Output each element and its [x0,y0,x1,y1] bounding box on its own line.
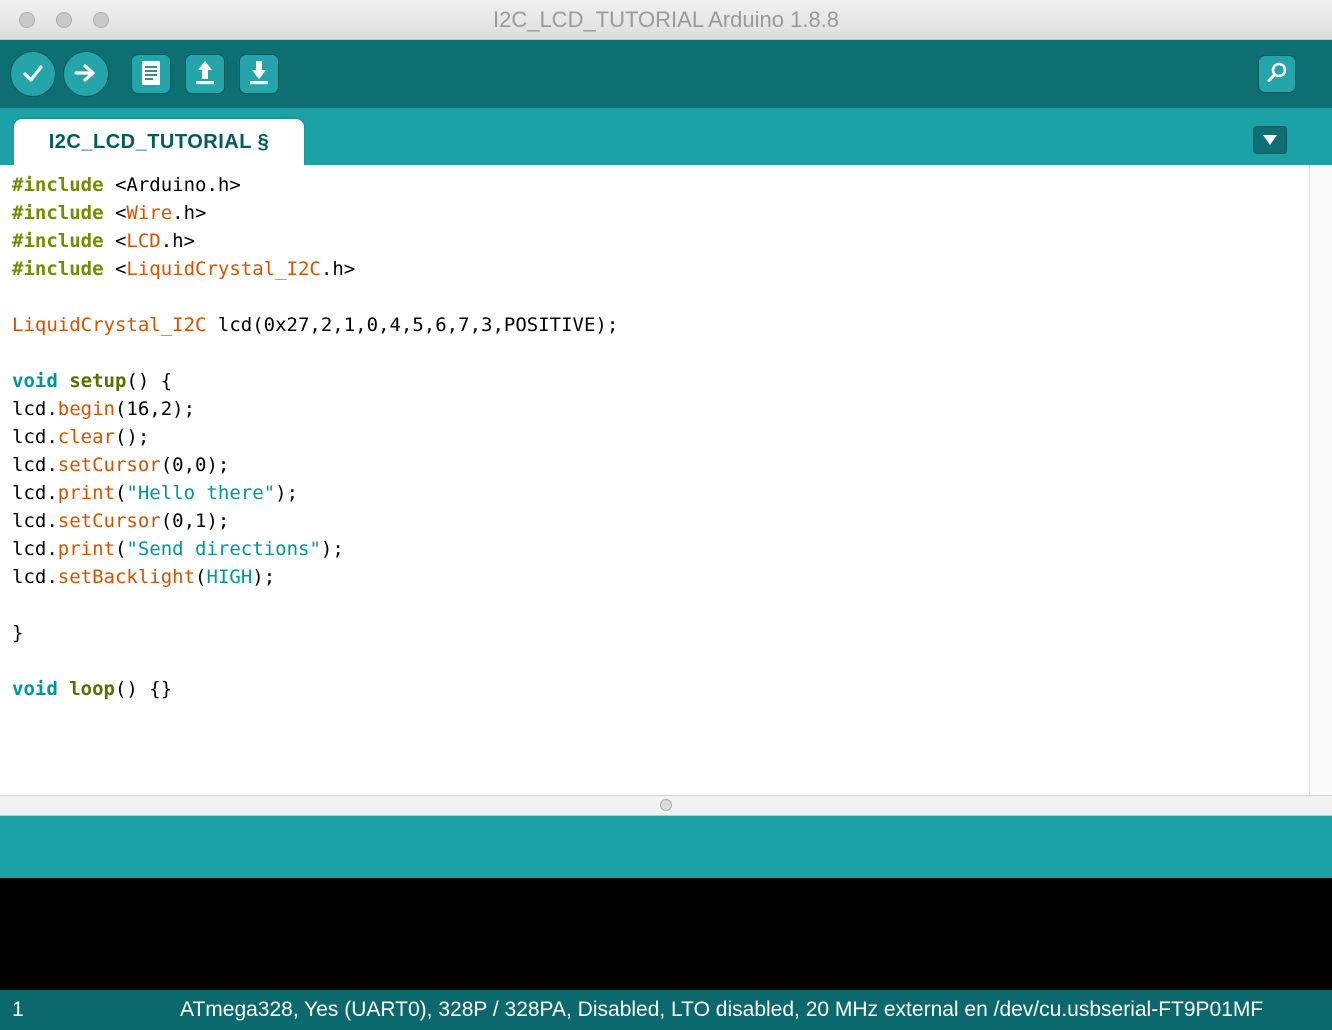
code-line: lcd.setCursor(0,0); [12,454,230,476]
check-icon [20,60,46,89]
code-line: #include <LCD.h> [12,230,196,252]
open-button[interactable] [185,54,225,94]
code-line: lcd.setCursor(0,1); [12,510,230,532]
serial-monitor-button[interactable] [1258,55,1296,93]
window-title: I2C_LCD_TUTORIAL Arduino 1.8.8 [492,7,840,32]
tab-list-dropdown-button[interactable] [1253,126,1287,154]
code-line: #include <Wire.h> [12,202,207,224]
titlebar: I2C_LCD_TUTORIAL Arduino 1.8.8 [0,0,1332,40]
toolbar [0,40,1332,108]
verify-button[interactable] [10,51,56,97]
code-line: lcd.setBacklight(HIGH); [12,566,276,588]
code-line: lcd.print("Send directions"); [12,538,344,560]
status-bar: 1 ATmega328, Yes (UART0), 328P / 328PA, … [0,990,1332,1030]
editor: #include <Arduino.h> #include <Wire.h> #in… [0,165,1332,795]
magnifier-icon [1265,61,1289,88]
code-line: LiquidCrystal_I2C lcd(0x27,2,1,0,4,5,6,7… [12,314,619,336]
upload-button[interactable] [63,51,109,97]
editor-scrollbar[interactable] [1309,165,1332,795]
console-status-strip [0,816,1332,878]
traffic-lights [19,12,109,28]
status-line-number: 1 [12,998,24,1021]
code-area[interactable]: #include <Arduino.h> #include <Wire.h> #in… [0,165,1309,795]
editor-console-splitter[interactable] [0,795,1332,816]
down-arrow-icon [247,60,271,89]
code-line: #include <LiquidCrystal_I2C.h> [12,258,356,280]
tab-strip: I2C_LCD_TUTORIAL § [0,108,1332,165]
save-button[interactable] [239,54,279,94]
code-line: #include <Arduino.h> [12,174,241,196]
code-line: lcd.print("Hello there"); [12,482,299,504]
minimize-button[interactable] [56,12,72,28]
new-document-icon [140,60,162,89]
chevron-down-icon [1263,133,1277,148]
console-output [0,878,1332,990]
tab-i2c-lcd-tutorial[interactable]: I2C_LCD_TUTORIAL § [14,119,304,165]
code-line: void setup() { [12,370,173,392]
code-line: void loop() {} [12,678,173,700]
zoom-button[interactable] [93,12,109,28]
up-arrow-icon [193,60,217,89]
code-line: lcd.begin(16,2); [12,398,196,420]
splitter-handle-icon [660,799,672,811]
new-sketch-button[interactable] [131,54,171,94]
status-board-info: ATmega328, Yes (UART0), 328P / 328PA, Di… [180,998,1264,1021]
code-line: lcd.clear(); [12,426,150,448]
close-button[interactable] [19,12,35,28]
right-arrow-icon [73,60,99,89]
code-line: } [12,622,24,644]
tab-label: I2C_LCD_TUTORIAL § [48,130,270,153]
